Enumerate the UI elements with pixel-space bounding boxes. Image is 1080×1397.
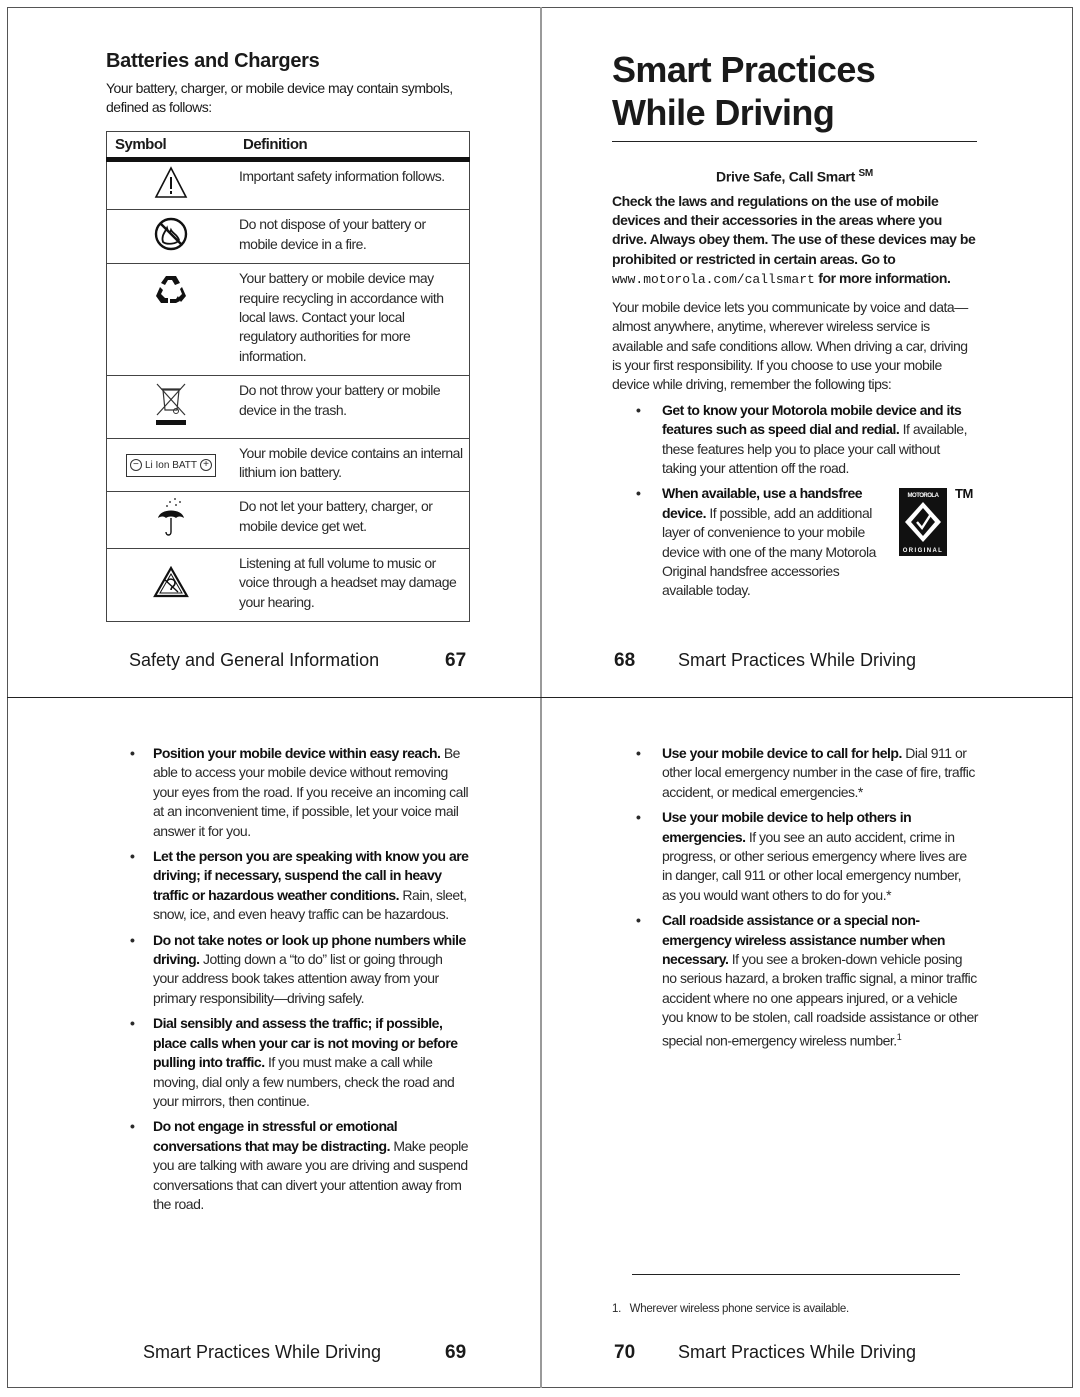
footer-title: Smart Practices While Driving: [143, 1342, 382, 1362]
recycle-icon: [156, 276, 186, 304]
list-item: • Dial sensibly and assess the traffic; i…: [130, 1014, 470, 1111]
bullet: •: [130, 745, 135, 761]
list-item: • Do not engage in stressful or emotional…: [130, 1117, 470, 1214]
column-header-symbol: Symbol: [106, 131, 235, 162]
page-69: • Position your mobile device within easy…: [130, 744, 470, 1220]
table-row: Do not let your battery, charger, or mob…: [106, 491, 470, 549]
page-number: 69: [445, 1342, 467, 1363]
list-item: • Use your mobile device to help others i…: [636, 808, 978, 905]
footnote-rule: [632, 1274, 960, 1275]
tip-heading: Do not engage in stressful or emotional …: [153, 1118, 398, 1154]
table-row: Do not dispose of your battery or mobile…: [106, 209, 470, 264]
tips-list: • Use your mobile device to call for help…: [636, 744, 978, 1051]
list-item: • Position your mobile device within easy…: [130, 744, 470, 841]
symbol-cell: − Li Ion BATT +: [106, 437, 235, 492]
symbol-cell: [106, 547, 235, 622]
battery-label: Li Ion BATT: [144, 459, 198, 471]
bullet: •: [130, 848, 135, 865]
logo-top-text: MOTOROLA: [908, 493, 940, 499]
handsfree-tip: When available, use a handsfree device. …: [662, 484, 887, 600]
motorola-original-logo: MOTOROLA ORIGINAL: [899, 488, 947, 557]
section-heading: Batteries and Chargers: [106, 50, 320, 72]
trademark-mark: TM: [955, 486, 973, 502]
title-rule: [612, 141, 977, 142]
callsmart-link[interactable]: www.motorola.com/callsmart: [612, 272, 815, 287]
footnote: 1. Wherever wireless phone service is av…: [612, 1303, 849, 1315]
tips-list: • Position your mobile device within easy…: [130, 744, 470, 1214]
definition-cell: Your mobile device contains an internal …: [235, 437, 470, 492]
footnote-ref[interactable]: 1: [897, 1032, 902, 1042]
footer-title: Safety and General Information: [129, 650, 380, 670]
drive-safe-heading: Drive Safe, Call Smart SM: [612, 168, 977, 185]
warning-text-end: for more information.: [818, 270, 951, 287]
table-row: Your battery or mobile device may requir…: [106, 263, 470, 376]
list-item: • When available, use a handsfree device…: [612, 484, 977, 600]
list-item: • Let the person you are speaking with kn…: [130, 847, 470, 925]
definition-cell: Important safety information follows.: [235, 158, 470, 210]
legal-warning: Check the laws and regulations on the us…: [612, 192, 977, 290]
bullet: •: [130, 1118, 135, 1135]
table-row: Do not throw your battery or mobile devi…: [106, 375, 470, 439]
page-title: Smart Practices While Driving: [612, 49, 876, 133]
logo-bottom-text: ORIGINAL: [903, 548, 944, 554]
service-mark: SM: [858, 168, 874, 179]
tips-list: • Get to know your Motorola mobile device…: [612, 401, 977, 601]
page-number: 70: [614, 1342, 636, 1363]
page-70: • Use your mobile device to call for help…: [636, 744, 978, 1057]
table-row: Listening at full volume to music or voi…: [106, 547, 470, 622]
symbol-cell: [106, 158, 235, 210]
table-header-row: Symbol Definition: [106, 131, 470, 162]
definition-cell: Do not let your battery, charger, or mob…: [235, 491, 470, 549]
bullet: •: [636, 912, 641, 929]
list-item: • Do not take notes or look up phone numb…: [130, 931, 470, 1009]
symbol-cell: [106, 375, 235, 439]
symbol-cell: [106, 209, 235, 264]
page-divider-horizontal: [7, 697, 1073, 698]
list-item: • Use your mobile device to call for help…: [636, 744, 978, 802]
definition-cell: Do not throw your battery or mobile devi…: [235, 375, 470, 439]
intro-text: Your battery, charger, or mobile device …: [106, 80, 453, 115]
list-item: • Get to know your Motorola mobile device…: [612, 401, 977, 479]
table-row: − Li Ion BATT + Your mobile device conta…: [106, 437, 470, 492]
bullet: •: [130, 931, 135, 948]
umbrella-rain-icon: [158, 498, 184, 537]
no-trash-bin-icon: [156, 383, 186, 426]
warning-text: Check the laws and regulations on the us…: [612, 192, 976, 267]
bullet: •: [636, 745, 641, 761]
symbol-cell: [106, 263, 235, 376]
li-ion-battery-icon: − Li Ion BATT +: [125, 453, 217, 477]
footer-title: Smart Practices While Driving: [678, 1342, 917, 1362]
no-fire-icon: [154, 217, 188, 251]
warning-triangle-icon: [154, 166, 188, 198]
symbol-cell: [106, 491, 235, 549]
bullet: •: [636, 401, 641, 418]
bullet: •: [130, 1015, 135, 1032]
column-header-definition: Definition: [235, 131, 470, 162]
symbol-table: Symbol Definition Important safety infor…: [106, 131, 470, 623]
page-67: Batteries and Chargers Your battery, cha…: [106, 50, 470, 623]
hearing-damage-icon: [153, 566, 189, 598]
tip-heading: Position your mobile device within easy …: [153, 745, 441, 761]
page-number: 67: [445, 650, 467, 671]
bullet: •: [636, 809, 641, 826]
list-item: • Call roadside assistance or a special n…: [636, 911, 978, 1051]
footer-title: Smart Practices While Driving: [678, 650, 917, 670]
drive-safe-label: Drive Safe, Call Smart: [716, 168, 855, 185]
page-68: Smart Practices While Driving Drive Safe…: [612, 48, 977, 607]
page-number: 68: [614, 650, 636, 671]
tip-heading: Use your mobile device to call for help.: [662, 745, 902, 761]
motorola-original-badge-icon: MOTOROLA ORIGINAL: [899, 488, 947, 557]
intro-paragraph: Your mobile device lets you communicate …: [612, 298, 968, 393]
definition-cell: Your battery or mobile device may requir…: [235, 263, 470, 376]
table-row: Important safety information follows.: [106, 158, 470, 210]
bullet: •: [636, 485, 641, 502]
definition-cell: Listening at full volume to music or voi…: [235, 547, 470, 622]
definition-cell: Do not dispose of your battery or mobile…: [235, 209, 470, 264]
